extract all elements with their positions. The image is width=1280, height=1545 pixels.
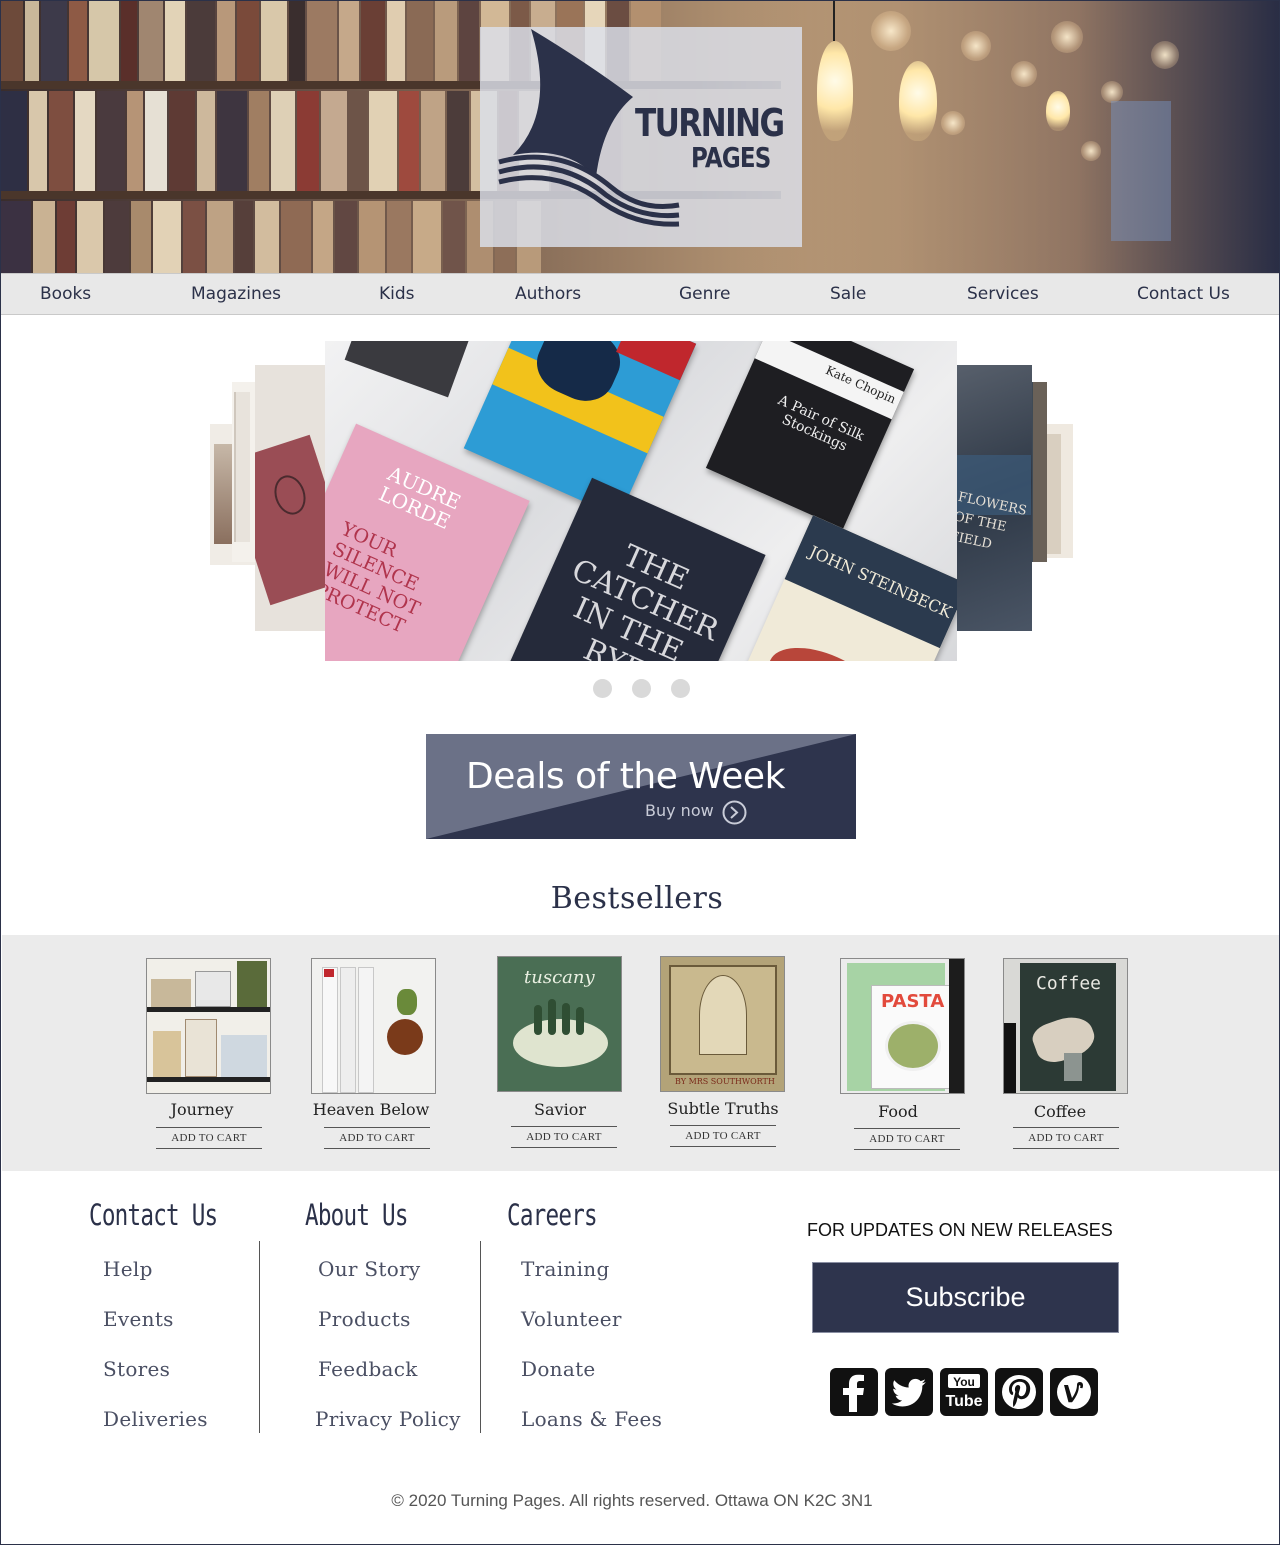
bokeh-light (961, 31, 991, 61)
product-image-subtle-truths[interactable]: BY MRS SOUTHWORTH (660, 956, 785, 1092)
footer-link-privacy-policy[interactable]: Privacy Policy (315, 1407, 461, 1431)
product-image-food[interactable]: PASTA (840, 958, 965, 1094)
add-to-cart-button-heaven-below[interactable]: ADD TO CART (324, 1127, 430, 1149)
footer-divider (480, 1241, 481, 1433)
add-to-cart-button-journey[interactable]: ADD TO CART (156, 1127, 262, 1149)
cover-text-tuscany: tuscany (524, 967, 595, 988)
updates-label: FOR UPDATES ON NEW RELEASES (807, 1220, 1113, 1240)
nav-item-genre[interactable]: Genre (679, 284, 730, 304)
nav-item-kids[interactable]: Kids (379, 284, 415, 304)
add-to-cart-button-savior[interactable]: ADD TO CART (511, 1126, 617, 1148)
buy-now-link[interactable]: Buy now (645, 801, 714, 820)
footer-divider (259, 1241, 260, 1433)
lightbulb (817, 41, 853, 141)
footer-link-stores[interactable]: Stores (103, 1357, 170, 1381)
footer-link-volunteer[interactable]: Volunteer (521, 1307, 622, 1331)
product-image-journey[interactable] (146, 958, 271, 1094)
bokeh-light (1011, 61, 1037, 87)
lightbulb (899, 61, 937, 141)
bokeh-light (941, 111, 965, 135)
hero-banner: TURNING PAGES (1, 1, 1279, 273)
footer-link-loans-fees[interactable]: Loans & Fees (521, 1407, 662, 1431)
footer-link-events[interactable]: Events (103, 1307, 174, 1331)
product-name-subtle-truths[interactable]: Subtle Truths (643, 1099, 803, 1118)
footer-heading-about-us: About Us (305, 1198, 408, 1232)
facebook-icon[interactable] (830, 1368, 878, 1416)
footer-link-training[interactable]: Training (521, 1257, 610, 1281)
cover-text-catcher: THE CATCHER IN THE RYE (566, 538, 724, 661)
add-to-cart-button-coffee[interactable]: ADD TO CART (1013, 1127, 1119, 1149)
footer-link-help[interactable]: Help (103, 1257, 153, 1281)
carousel-dot-3[interactable] (671, 679, 690, 698)
deals-title: Deals of the Week (466, 756, 785, 797)
youtube-text-tube: Tube (945, 1393, 982, 1410)
window-glow (1111, 101, 1171, 241)
main-nav: Books Magazines Kids Authors Genre Sale … (1, 273, 1279, 315)
product-name-food[interactable]: Food (818, 1102, 978, 1121)
product-image-savior[interactable]: tuscany (497, 956, 622, 1092)
cover-text-coffee: Coffee (1036, 973, 1102, 994)
product-name-savior[interactable]: Savior (480, 1100, 640, 1119)
footer-link-products[interactable]: Products (318, 1307, 411, 1331)
nav-item-books[interactable]: Books (40, 284, 91, 304)
footer-heading-contact-us: Contact Us (89, 1198, 218, 1232)
vine-icon[interactable] (1050, 1368, 1098, 1416)
lightbulb (1046, 91, 1070, 131)
arrow-circle-right-icon[interactable] (722, 800, 747, 825)
product-image-heaven-below[interactable] (311, 958, 436, 1094)
twitter-icon[interactable] (885, 1368, 933, 1416)
product-name-heaven-below[interactable]: Heaven Below (291, 1100, 451, 1119)
deals-of-week-banner[interactable]: Deals of the Week Buy now (426, 734, 856, 839)
logo-line1: TURNING (635, 101, 785, 145)
carousel-dot-2[interactable] (632, 679, 651, 698)
bestsellers-heading: Bestsellers (550, 881, 724, 916)
cover-text-pasta: PASTA (881, 991, 945, 1012)
logo-line2: PAGES (691, 141, 771, 174)
nav-item-magazines[interactable]: Magazines (191, 284, 281, 304)
add-to-cart-button-subtle-truths[interactable]: ADD TO CART (670, 1125, 776, 1147)
footer-link-our-story[interactable]: Our Story (318, 1257, 421, 1281)
footer-link-deliveries[interactable]: Deliveries (103, 1407, 208, 1431)
footer-heading-careers: Careers (507, 1198, 598, 1232)
bokeh-light (1151, 41, 1179, 69)
product-name-coffee[interactable]: Coffee (980, 1102, 1140, 1121)
bokeh-light (1101, 81, 1123, 103)
carousel-slide-active[interactable]: AUDRE LORDE YOUR SILENCE WILL NOT PROTEC… (325, 341, 957, 661)
copyright-text: © 2020 Turning Pages. All rights reserve… (391, 1491, 873, 1510)
nav-item-sale[interactable]: Sale (830, 284, 866, 304)
carousel-dot-1[interactable] (593, 679, 612, 698)
footer-link-donate[interactable]: Donate (521, 1357, 596, 1381)
page: TURNING PAGES Books Magazines Kids Autho… (0, 0, 1280, 1545)
bulb-cord (833, 1, 835, 41)
bokeh-light (1051, 21, 1083, 53)
nav-item-contact-us[interactable]: Contact Us (1137, 284, 1230, 304)
bokeh-light (1081, 141, 1101, 161)
footer-link-feedback[interactable]: Feedback (318, 1357, 418, 1381)
pinterest-icon[interactable] (995, 1368, 1043, 1416)
cover-text-silence: YOUR SILENCE WILL NOT PROTECT (325, 518, 424, 638)
product-name-journey[interactable]: Journey (122, 1100, 282, 1119)
youtube-text-you: You (953, 1375, 975, 1389)
youtube-icon[interactable]: You Tube (940, 1368, 988, 1416)
bokeh-light (871, 11, 911, 51)
nav-item-authors[interactable]: Authors (515, 284, 581, 304)
add-to-cart-button-food[interactable]: ADD TO CART (854, 1128, 960, 1150)
cover-text-southworth: BY MRS SOUTHWORTH (675, 1077, 775, 1086)
product-image-coffee[interactable]: Coffee (1003, 958, 1128, 1094)
subscribe-button[interactable]: Subscribe (812, 1262, 1119, 1333)
nav-item-services[interactable]: Services (967, 284, 1039, 304)
